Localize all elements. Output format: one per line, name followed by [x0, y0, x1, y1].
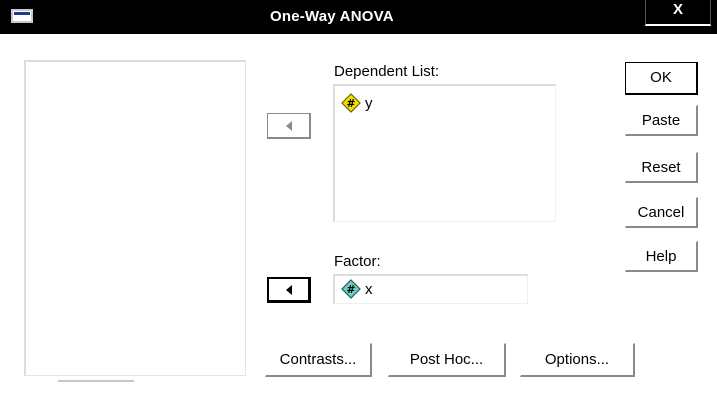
- svg-text:#: #: [346, 283, 355, 296]
- dependent-variable-name: y: [365, 94, 373, 112]
- contrasts-button[interactable]: Contrasts...: [265, 343, 372, 377]
- dependent-list-label: Dependent List:: [334, 63, 440, 80]
- arrow-left-icon: [285, 284, 292, 295]
- paste-button[interactable]: Paste: [625, 105, 698, 136]
- ok-button[interactable]: OK: [625, 62, 698, 95]
- list-item[interactable]: # x: [341, 279, 373, 299]
- dependent-list-box[interactable]: # y: [333, 84, 556, 222]
- move-to-dependent-button[interactable]: [267, 113, 311, 139]
- svg-text:#: #: [346, 97, 355, 110]
- dialog-body: Dependent List: # y Factor: # x OK Paste…: [8, 34, 709, 404]
- post-hoc-button[interactable]: Post Hoc...: [388, 343, 506, 377]
- scale-variable-icon: #: [341, 279, 361, 299]
- factor-variable-name: x: [365, 280, 373, 298]
- help-button[interactable]: Help: [625, 241, 698, 272]
- window-menu-icon[interactable]: [11, 9, 33, 23]
- factor-box[interactable]: # x: [333, 274, 528, 304]
- scale-variable-icon: #: [341, 93, 361, 113]
- options-button[interactable]: Options...: [520, 343, 635, 377]
- source-variable-list[interactable]: [24, 60, 246, 376]
- window-title: One-Way ANOVA: [270, 8, 394, 25]
- source-list-scrollbar[interactable]: [58, 380, 134, 382]
- close-button[interactable]: X: [645, 0, 711, 26]
- arrow-left-icon: [285, 120, 292, 131]
- factor-label: Factor:: [334, 253, 381, 270]
- move-to-factor-button[interactable]: [267, 277, 311, 303]
- title-bar[interactable]: One-Way ANOVA X: [0, 0, 717, 34]
- one-way-anova-dialog: One-Way ANOVA X Dependent List: # y Fact…: [0, 0, 717, 410]
- cancel-button[interactable]: Cancel: [625, 197, 698, 228]
- reset-button[interactable]: Reset: [625, 152, 698, 183]
- list-item[interactable]: # y: [341, 93, 373, 113]
